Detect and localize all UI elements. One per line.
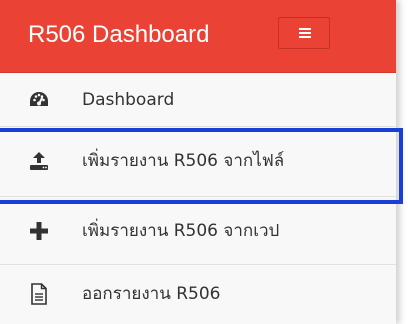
dashboard-gauge-icon xyxy=(28,89,50,111)
sidebar-item-import-web[interactable]: เพิ่มรายงาน R506 จากเวป xyxy=(0,197,396,265)
sidebar-item-label: เพิ่มรายงาน R506 จากเวป xyxy=(82,221,280,241)
hamburger-icon xyxy=(299,28,311,39)
sidebar-item-label: Dashboard xyxy=(82,90,175,110)
plus-icon xyxy=(28,220,50,242)
brand-title[interactable]: R506 Dashboard xyxy=(28,19,209,51)
sidebar-item-export-report[interactable]: ออกรายงาน R506 xyxy=(0,265,396,324)
sidebar-header: R506 Dashboard xyxy=(0,0,396,73)
sidebar-item-label: ออกรายงาน R506 xyxy=(82,284,221,304)
document-icon xyxy=(28,283,50,305)
sidebar-item-import-file[interactable]: เพิ่มรายงาน R506 จากไฟล์ xyxy=(0,127,396,197)
sidebar-panel: R506 Dashboard Dashboard เพิ่มรายงาน R50… xyxy=(0,0,396,324)
upload-icon xyxy=(28,150,50,172)
sidebar-item-label: เพิ่มรายงาน R506 จากไฟล์ xyxy=(82,151,285,171)
sidebar-item-dashboard[interactable]: Dashboard xyxy=(0,73,396,127)
menu-toggle-button[interactable] xyxy=(278,17,330,49)
